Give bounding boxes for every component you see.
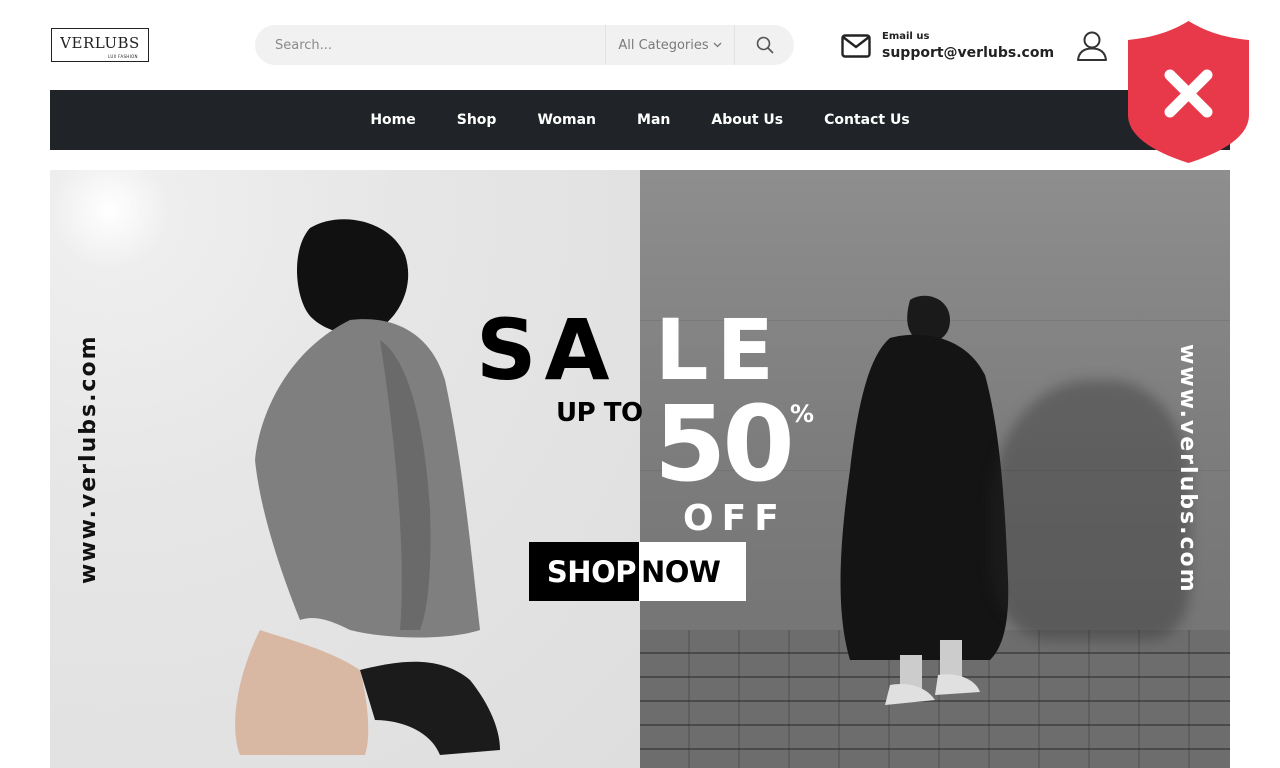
search-divider [605,25,606,65]
nav-item-home[interactable]: Home [350,112,436,128]
shop-now-label-shop: SHOP [529,542,639,601]
category-select-label: All Categories [618,37,709,53]
side-url-right: www.verlubs.com [1175,344,1200,594]
nav-item-about-us[interactable]: About Us [691,112,804,128]
envelope-icon [841,34,871,58]
email-address[interactable]: support@verlubs.com [882,45,1054,61]
email-label: Email us [882,31,930,42]
main-nav: Home Shop Woman Man About Us Contact Us [50,90,1230,150]
logo[interactable]: VERLUBS LUX FASHION [51,28,149,62]
shadow [990,380,1190,640]
discount-amount: 50 [654,383,795,505]
sale-heading-right: LE [655,301,782,399]
user-icon[interactable] [1075,29,1109,63]
nav-item-woman[interactable]: Woman [517,112,617,128]
model-kneeling-image [235,219,500,755]
shop-now-button[interactable]: SHOP NOW [529,542,746,601]
nav-item-contact-us[interactable]: Contact Us [804,112,931,128]
chevron-down-icon [713,42,722,48]
sale-heading-left: SA [476,301,618,399]
logo-tagline: LUX FASHION [108,54,138,59]
off-label: OFF [683,498,787,539]
category-select[interactable]: All Categories [607,25,733,65]
hero-banner[interactable]: www.verlubs.com www.verlubs.com SA LE UP… [50,170,1230,768]
search-button[interactable] [735,25,794,65]
shield-x-icon [1128,21,1249,163]
nav-item-shop[interactable]: Shop [436,112,517,128]
logo-wordmark: VERLUBS [60,34,140,52]
search-icon [756,36,773,54]
up-to-label: UP TO [556,398,643,428]
nav-item-man[interactable]: Man [617,112,691,128]
search-bar: All Categories [255,25,794,65]
site-header: VERLUBS LUX FASHION All Categories Email… [0,0,1280,90]
shop-now-label-now: NOW [639,542,746,601]
search-input[interactable] [255,25,605,65]
percent-sign: % [790,400,815,428]
side-url-left: www.verlubs.com [76,334,101,584]
